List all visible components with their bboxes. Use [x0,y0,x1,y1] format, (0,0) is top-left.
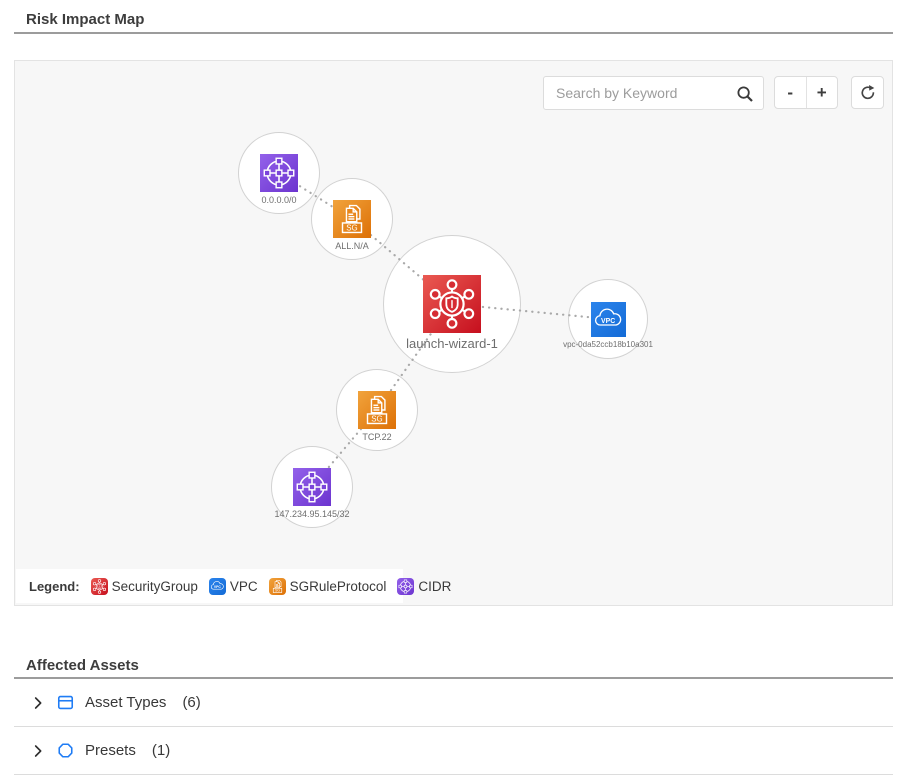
asset-types-icon [56,693,75,712]
cidr-icon [260,154,298,192]
legend-item-cidr: CIDR [397,578,451,595]
asset-row-count: (1) [152,742,170,759]
graph-node-cidr-0000[interactable]: 0.0.0.0/0 [238,132,320,214]
vpc-icon [591,302,626,337]
risk-impact-map-panel: - + 0.0.0.0/0ALL.N/Alaunch-wizard-1vpc-0… [14,60,893,606]
presets-icon [56,741,75,760]
title-divider [14,32,893,34]
graph-node-sgrule-tcp22[interactable]: TCP.22 [336,369,418,451]
legend-item-label: VPC [230,579,258,594]
asset-row-label: Asset Types [85,694,166,711]
legend-item-sg-rule: SGRuleProtocol [269,578,387,595]
node-label: ALL.N/A [335,241,369,251]
node-label: vpc-0da52ccb18b10a301 [563,340,653,349]
node-label: launch-wizard-1 [406,336,498,351]
asset-row-presets[interactable]: Presets (1) [14,727,893,775]
affected-assets-list: Asset Types (6) Presets (1) [14,679,893,775]
chevron-right-icon[interactable] [30,743,46,759]
asset-row-asset-types[interactable]: Asset Types (6) [14,679,893,727]
chevron-right-icon[interactable] [30,695,46,711]
sg-rule-icon [269,578,286,595]
sg-rule-icon [333,200,371,238]
vpc-icon [209,578,226,595]
affected-assets-title: Affected Assets [26,657,139,674]
legend-item-label: SecurityGroup [112,579,198,594]
graph-node-vpc-0da52ccb18b10a301[interactable]: vpc-0da52ccb18b10a301 [568,279,648,359]
legend-item-label: SGRuleProtocol [290,579,387,594]
graph-node-cidr-147[interactable]: 147.234.95.145/32 [271,446,353,528]
node-label: 0.0.0.0/0 [261,195,296,205]
node-label: TCP.22 [362,432,391,442]
security-group-icon [423,275,481,333]
graph-node-launch-wizard-1[interactable]: launch-wizard-1 [383,235,521,373]
cidr-icon [293,468,331,506]
node-label: 147.234.95.145/32 [274,509,349,519]
sg-rule-icon [358,391,396,429]
asset-row-label: Presets [85,742,136,759]
legend-item-vpc: VPC [209,578,258,595]
legend-item-label: CIDR [418,579,451,594]
cidr-icon [397,578,414,595]
legend-item-security-group: SecurityGroup [91,578,198,595]
map-legend: Legend: SecurityGroupVPCSGRuleProtocolCI… [16,569,403,603]
security-group-icon [91,578,108,595]
risk-graph: 0.0.0.0/0 ALL.N/A launch-wizard-1 vpc-0da52… [15,61,892,605]
graph-node-sgrule-all[interactable]: ALL.N/A [311,178,393,260]
asset-row-count: (6) [182,694,200,711]
legend-title: Legend: [29,579,80,594]
page-title: Risk Impact Map [26,11,144,28]
